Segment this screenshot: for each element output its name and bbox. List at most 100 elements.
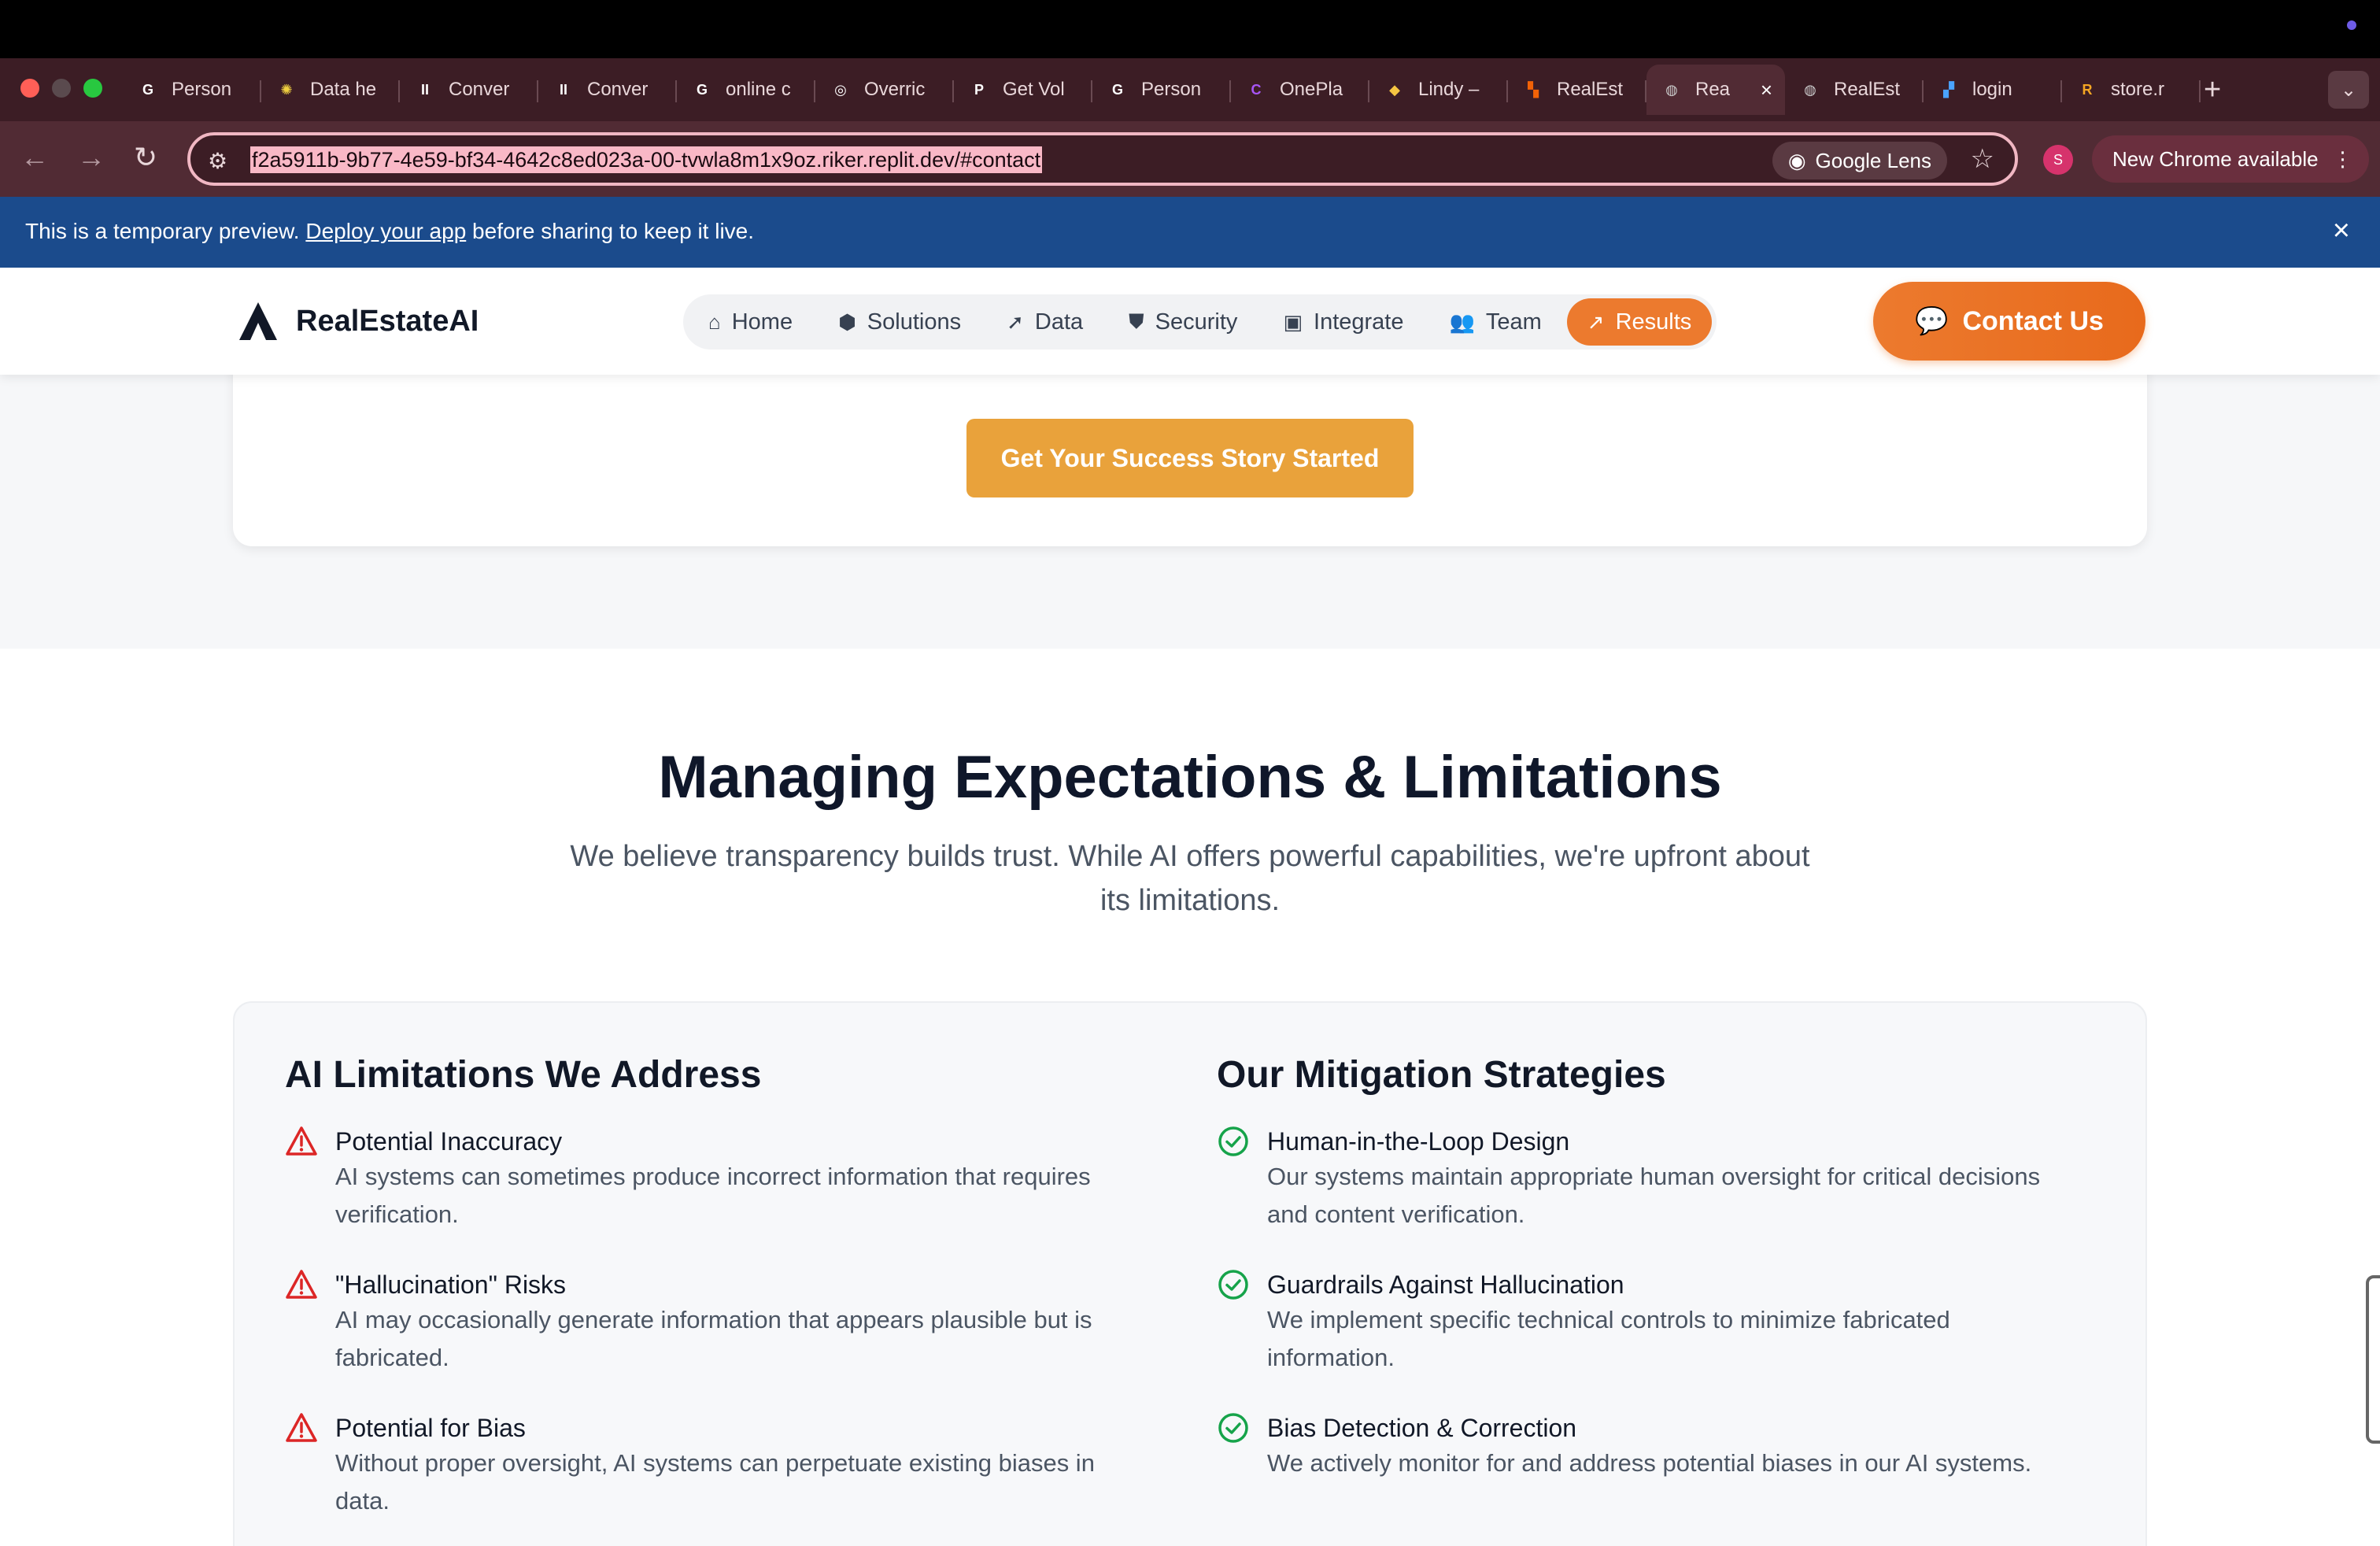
google-lens-button[interactable]: ◉ Google Lens (1772, 142, 1947, 179)
tab-favicon-icon: ◎ (834, 81, 847, 98)
address-bar[interactable]: ⚙ f2a5911b-9b77-4e59-bf34-4642c8ed023a-0… (187, 132, 2018, 186)
browser-tab[interactable]: P Get Vol (954, 65, 1092, 115)
mitigation-list: Human-in-the-Loop Design Our systems main… (1217, 1125, 2082, 1482)
brand-logo[interactable]: RealEstateAI (236, 299, 479, 343)
banner-message: This is a temporary preview. Deploy your… (25, 219, 754, 244)
bookmark-star-icon[interactable]: ☆ (1971, 143, 1994, 175)
forward-arrow-icon[interactable]: → (77, 142, 105, 173)
nav-item-integrate[interactable]: ▣ Integrate (1262, 298, 1424, 346)
browser-tab[interactable]: ▞ login (1924, 65, 2062, 115)
profile-avatar[interactable]: S (2043, 145, 2073, 175)
window-close-icon[interactable] (20, 79, 39, 98)
tab-favicon-icon: ◍ (1804, 81, 1816, 98)
nav-item-data[interactable]: ➚ Data (986, 298, 1103, 346)
nav-item-security[interactable]: ⛊ Security (1108, 298, 1258, 346)
deploy-link[interactable]: Deploy your app (305, 219, 466, 243)
browser-tab[interactable]: ◆ Lindy – (1369, 65, 1508, 115)
item-title: "Hallucination" Risks (335, 1270, 567, 1299)
browser-tab[interactable]: Gonline c (677, 65, 815, 115)
tab-close-icon[interactable]: × (1761, 78, 1772, 102)
check-circle-icon (1218, 1126, 1248, 1156)
tab-favicon-icon: G (696, 81, 708, 98)
nav-item-results[interactable]: ↗ Results (1566, 298, 1713, 346)
browser-tab[interactable]: ◍ Rea × (1646, 65, 1785, 115)
nav-item-home[interactable]: ⌂ Home (688, 298, 813, 346)
tab-label: Conver (587, 79, 649, 100)
window-minimize-icon[interactable] (52, 79, 71, 98)
back-arrow-icon[interactable]: ← (20, 142, 49, 173)
browser-tab[interactable]: ✺ Data he (261, 65, 400, 115)
item-description: We actively monitor for and address pote… (1267, 1449, 2032, 1477)
nav-item-label: Data (1034, 309, 1084, 335)
tab-favicon-icon: P (974, 81, 984, 98)
tab-favicon-icon: G (1111, 81, 1123, 98)
tab-label: store.r (2111, 79, 2165, 100)
tab-favicon-icon: II (420, 81, 429, 98)
limitations-list: Potential Inaccuracy AI systems can somet… (285, 1125, 1151, 1520)
tab-favicon-icon: C (1251, 81, 1262, 98)
nav-item-label: Security (1155, 309, 1238, 335)
browser-tab[interactable]: G Person (123, 65, 261, 115)
tab-search-button[interactable]: ⌄ (2328, 71, 2369, 109)
browser-tab[interactable]: ◎ Overric (815, 65, 954, 115)
trend-icon: ↗ (1587, 309, 1605, 334)
browser-toolbar: ← → ↻ ⚙ f2a5911b-9b77-4e59-bf34-4642c8ed… (0, 121, 2380, 197)
browser-tab[interactable]: II Conver (400, 65, 538, 115)
nav-item-solutions[interactable]: ⬢ Solutions (818, 298, 981, 346)
site-settings-icon[interactable]: ⚙ (208, 148, 227, 174)
browser-tab[interactable]: II Conver (538, 65, 677, 115)
close-icon[interactable]: × (2333, 214, 2350, 248)
browser-tab[interactable]: C OnePla (1231, 65, 1369, 115)
warning-triangle-icon (286, 1126, 317, 1156)
item-title: Guardrails Against Hallucination (1267, 1270, 1624, 1299)
nav-item-team[interactable]: 👥 Team (1429, 298, 1562, 346)
item-description: Without proper oversight, AI systems can… (335, 1449, 1095, 1515)
chat-icon: 💬 (1915, 306, 1949, 336)
tab-list: G Person ✺ Data he II Conver II Conver Gonline c… (123, 65, 2201, 115)
browser-tab[interactable]: ◍ RealEst (1785, 65, 1924, 115)
tab-label: OnePla (1280, 79, 1343, 100)
list-item: Potential for Bias Without proper oversig… (285, 1411, 1151, 1520)
tab-favicon-icon: ▚ (1528, 81, 1539, 98)
reload-icon[interactable]: ↻ (134, 142, 157, 173)
list-item: Bias Detection & Correction We actively m… (1217, 1411, 2082, 1482)
window-maximize-icon[interactable] (83, 79, 102, 98)
cube-icon: ⬢ (838, 309, 856, 334)
main-nav: ⌂ Home ⬢ Solutions ➚ Data ⛊ Security ▣ Integrate 👥… (683, 294, 1717, 350)
lens-label: Google Lens (1815, 148, 1931, 172)
status-dot-icon (2347, 20, 2356, 30)
new-tab-button[interactable]: + (2204, 74, 2221, 105)
page-content: Get Your Success Story Started RealEstat… (0, 268, 2380, 1546)
tab-favicon-icon: ◆ (1389, 81, 1400, 98)
tab-label: Get Vol (1003, 79, 1065, 100)
site-header: RealEstateAI ⌂ Home ⬢ Solutions ➚ Data ⛊ Securi… (0, 268, 2380, 375)
contact-us-button[interactable]: 💬 Contact Us (1873, 282, 2145, 361)
tab-label: online c (726, 79, 791, 100)
banner-prefix: This is a temporary preview. (25, 219, 300, 243)
nav-item-label: Integrate (1314, 309, 1404, 335)
side-widget-handle[interactable] (2366, 1275, 2380, 1444)
browser-tab-strip: G Person ✺ Data he II Conver II Conver Gonline c… (0, 58, 2380, 121)
shield-icon: ⛊ (1129, 309, 1144, 333)
users-icon: 👥 (1449, 309, 1475, 334)
banner-suffix: before sharing to keep it live. (472, 219, 755, 243)
nav-item-label: Solutions (867, 309, 962, 335)
url-text[interactable]: f2a5911b-9b77-4e59-bf34-4642c8ed023a-00-… (250, 146, 1043, 173)
success-story-button[interactable]: Get Your Success Story Started (966, 419, 1414, 497)
chrome-update-button[interactable]: New Chrome available ⋮ (2092, 135, 2369, 183)
tab-favicon-icon: ◍ (1665, 81, 1678, 98)
browser-tab[interactable]: G Person (1092, 65, 1231, 115)
tab-label: Conver (449, 79, 510, 100)
tab-favicon-icon: R (2082, 81, 2093, 98)
nav-item-label: Home (731, 309, 793, 335)
browser-tab[interactable]: Rstore.r (2062, 65, 2201, 115)
tab-label: Overric (864, 79, 926, 100)
list-item: Human-in-the-Loop Design Our systems main… (1217, 1125, 2082, 1233)
item-title: Bias Detection & Correction (1267, 1414, 1577, 1442)
tab-favicon-icon: ✺ (280, 81, 293, 98)
tab-label: RealEst (1834, 79, 1901, 100)
tab-favicon-icon: G (142, 81, 153, 98)
check-circle-icon (1218, 1413, 1248, 1443)
browser-tab[interactable]: ▚ RealEst (1508, 65, 1646, 115)
list-item: Guardrails Against Hallucination We imple… (1217, 1268, 2082, 1377)
